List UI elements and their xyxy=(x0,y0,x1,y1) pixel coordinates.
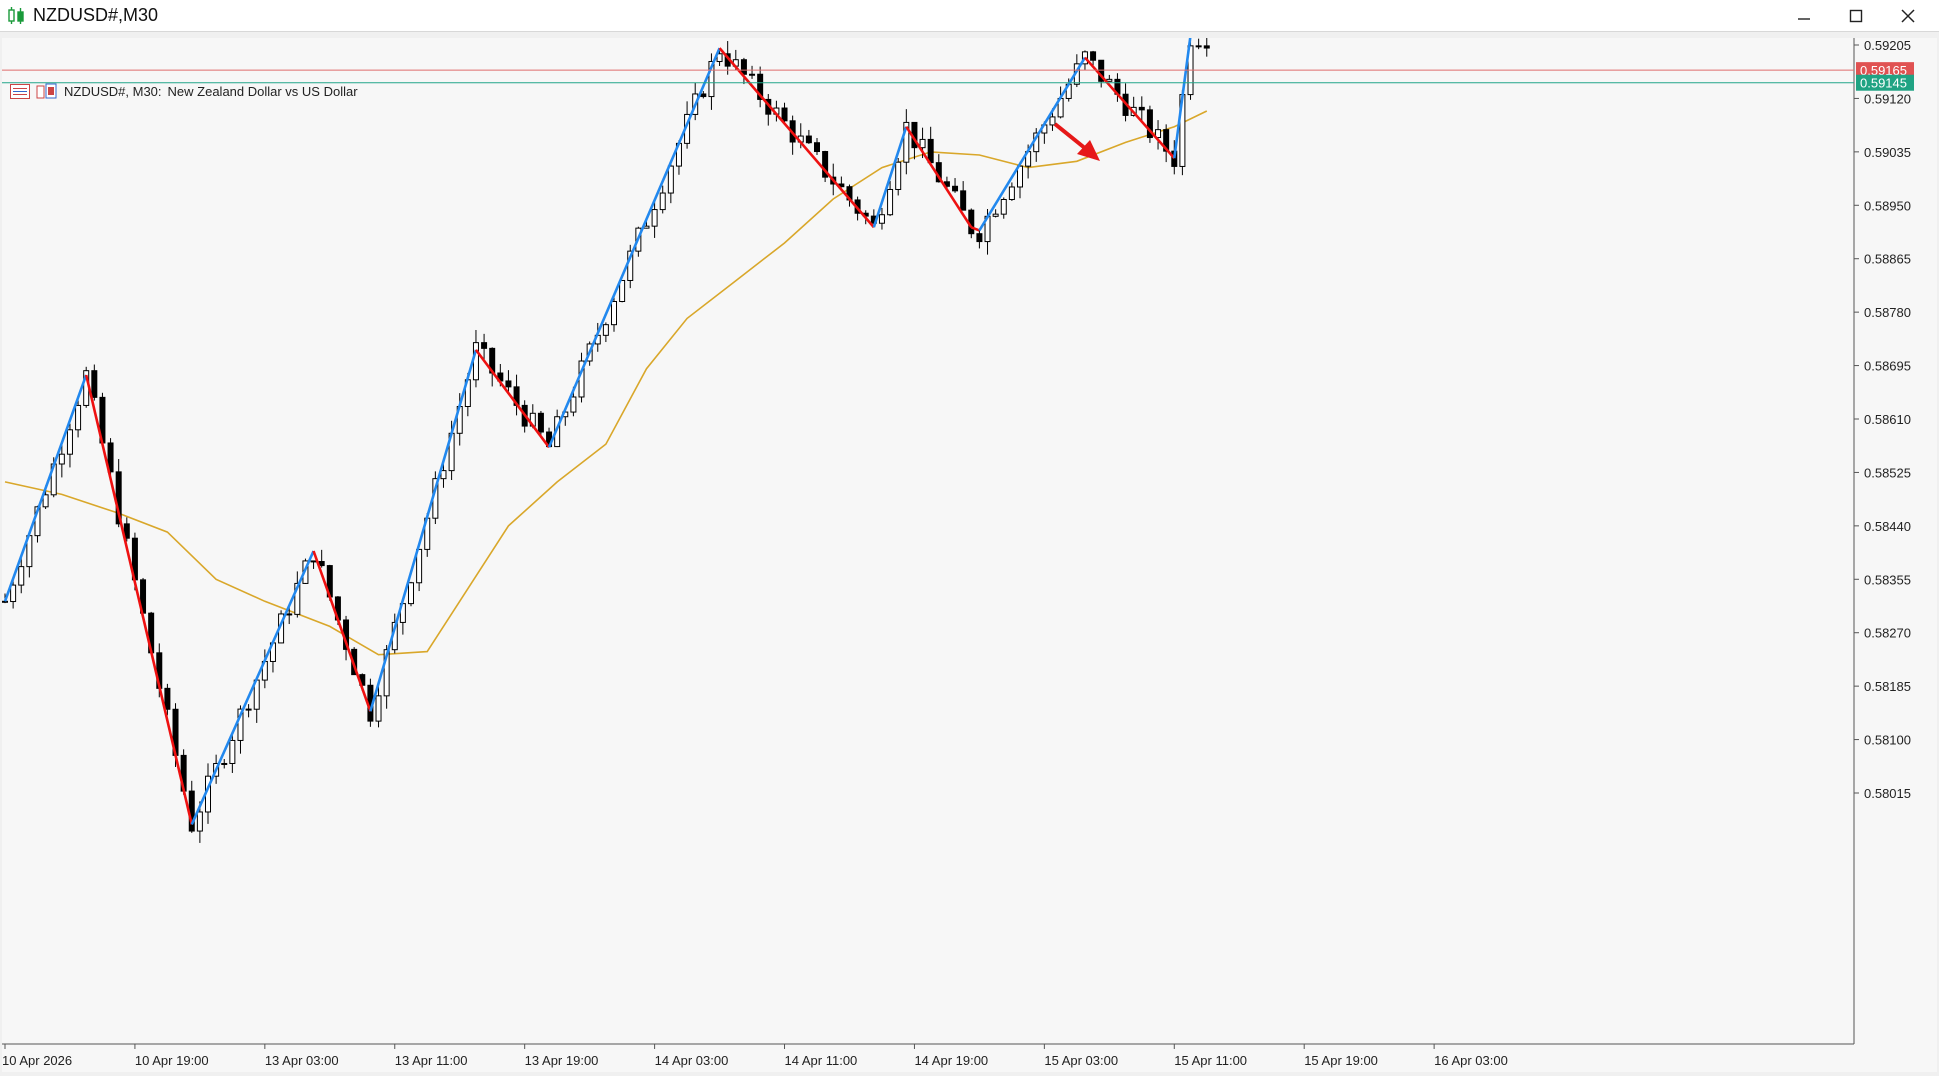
y-tick-label: 0.58440 xyxy=(1864,519,1911,534)
y-tick-label: 0.58100 xyxy=(1864,733,1911,748)
y-tick-label: 0.59120 xyxy=(1864,91,1911,106)
x-tick-label: 10 Apr 19:00 xyxy=(135,1053,209,1068)
x-tick-label: 16 Apr 03:00 xyxy=(1434,1053,1508,1068)
y-tick-label: 0.58355 xyxy=(1864,572,1911,587)
y-tick-label: 0.58015 xyxy=(1864,786,1911,801)
y-tick-label: 0.58865 xyxy=(1864,252,1911,267)
y-tick-label: 0.59035 xyxy=(1864,145,1911,160)
chart-symbol-description: New Zealand Dollar vs US Dollar xyxy=(167,83,358,99)
x-tick-label: 10 Apr 2026 xyxy=(2,1053,72,1068)
maximize-button[interactable] xyxy=(1830,0,1882,31)
x-tick-label: 15 Apr 19:00 xyxy=(1304,1053,1378,1068)
y-tick-label: 0.58950 xyxy=(1864,198,1911,213)
chart-list-icon[interactable] xyxy=(10,83,30,99)
maximize-icon xyxy=(1849,9,1863,22)
y-tick-label: 0.58525 xyxy=(1864,465,1911,480)
x-tick-label: 14 Apr 19:00 xyxy=(914,1053,988,1068)
ask-price-label: 0.59145 xyxy=(1860,76,1907,91)
chart-template-icon[interactable] xyxy=(36,83,58,99)
x-tick-label: 13 Apr 19:00 xyxy=(525,1053,599,1068)
x-tick-label: 14 Apr 03:00 xyxy=(655,1053,729,1068)
y-tick-label: 0.58610 xyxy=(1864,412,1911,427)
price-chart[interactable]: 0.59205 0.59120 0.59035 0.58950 0.58865 0.587… xyxy=(2,38,1937,1072)
candle xyxy=(822,150,829,183)
y-tick-label: 0.58270 xyxy=(1864,626,1911,641)
candle xyxy=(1146,105,1153,143)
y-tick-label: 0.58780 xyxy=(1864,305,1911,320)
window-titlebar: NZDUSD#,M30 xyxy=(0,0,1939,32)
y-tick-label: 0.58185 xyxy=(1864,679,1911,694)
x-tick-label: 13 Apr 03:00 xyxy=(265,1053,339,1068)
y-tick-label: 0.58695 xyxy=(1864,359,1911,374)
candlestick-app-icon xyxy=(8,7,24,24)
x-tick-label: 14 Apr 11:00 xyxy=(785,1053,858,1068)
x-tick-label: 15 Apr 03:00 xyxy=(1044,1053,1118,1068)
candle xyxy=(895,157,902,196)
x-tick-label: 13 Apr 11:00 xyxy=(395,1053,468,1068)
minimize-icon xyxy=(1798,17,1810,20)
chart-window[interactable]: 0.59205 0.59120 0.59035 0.58950 0.58865 0.587… xyxy=(2,38,1937,1072)
close-icon xyxy=(1901,8,1915,23)
chart-symbol-timeframe: NZDUSD#, M30: xyxy=(64,83,162,99)
minimize-button[interactable] xyxy=(1778,0,1830,31)
candle xyxy=(408,581,414,607)
y-tick-label: 0.59205 xyxy=(1864,38,1911,53)
chart-header: NZDUSD#, M30: New Zealand Dollar vs US D… xyxy=(10,82,358,100)
candle xyxy=(537,410,544,435)
close-button[interactable] xyxy=(1882,0,1934,31)
x-tick-label: 15 Apr 11:00 xyxy=(1174,1053,1247,1068)
window-title: NZDUSD#,M30 xyxy=(33,5,159,25)
